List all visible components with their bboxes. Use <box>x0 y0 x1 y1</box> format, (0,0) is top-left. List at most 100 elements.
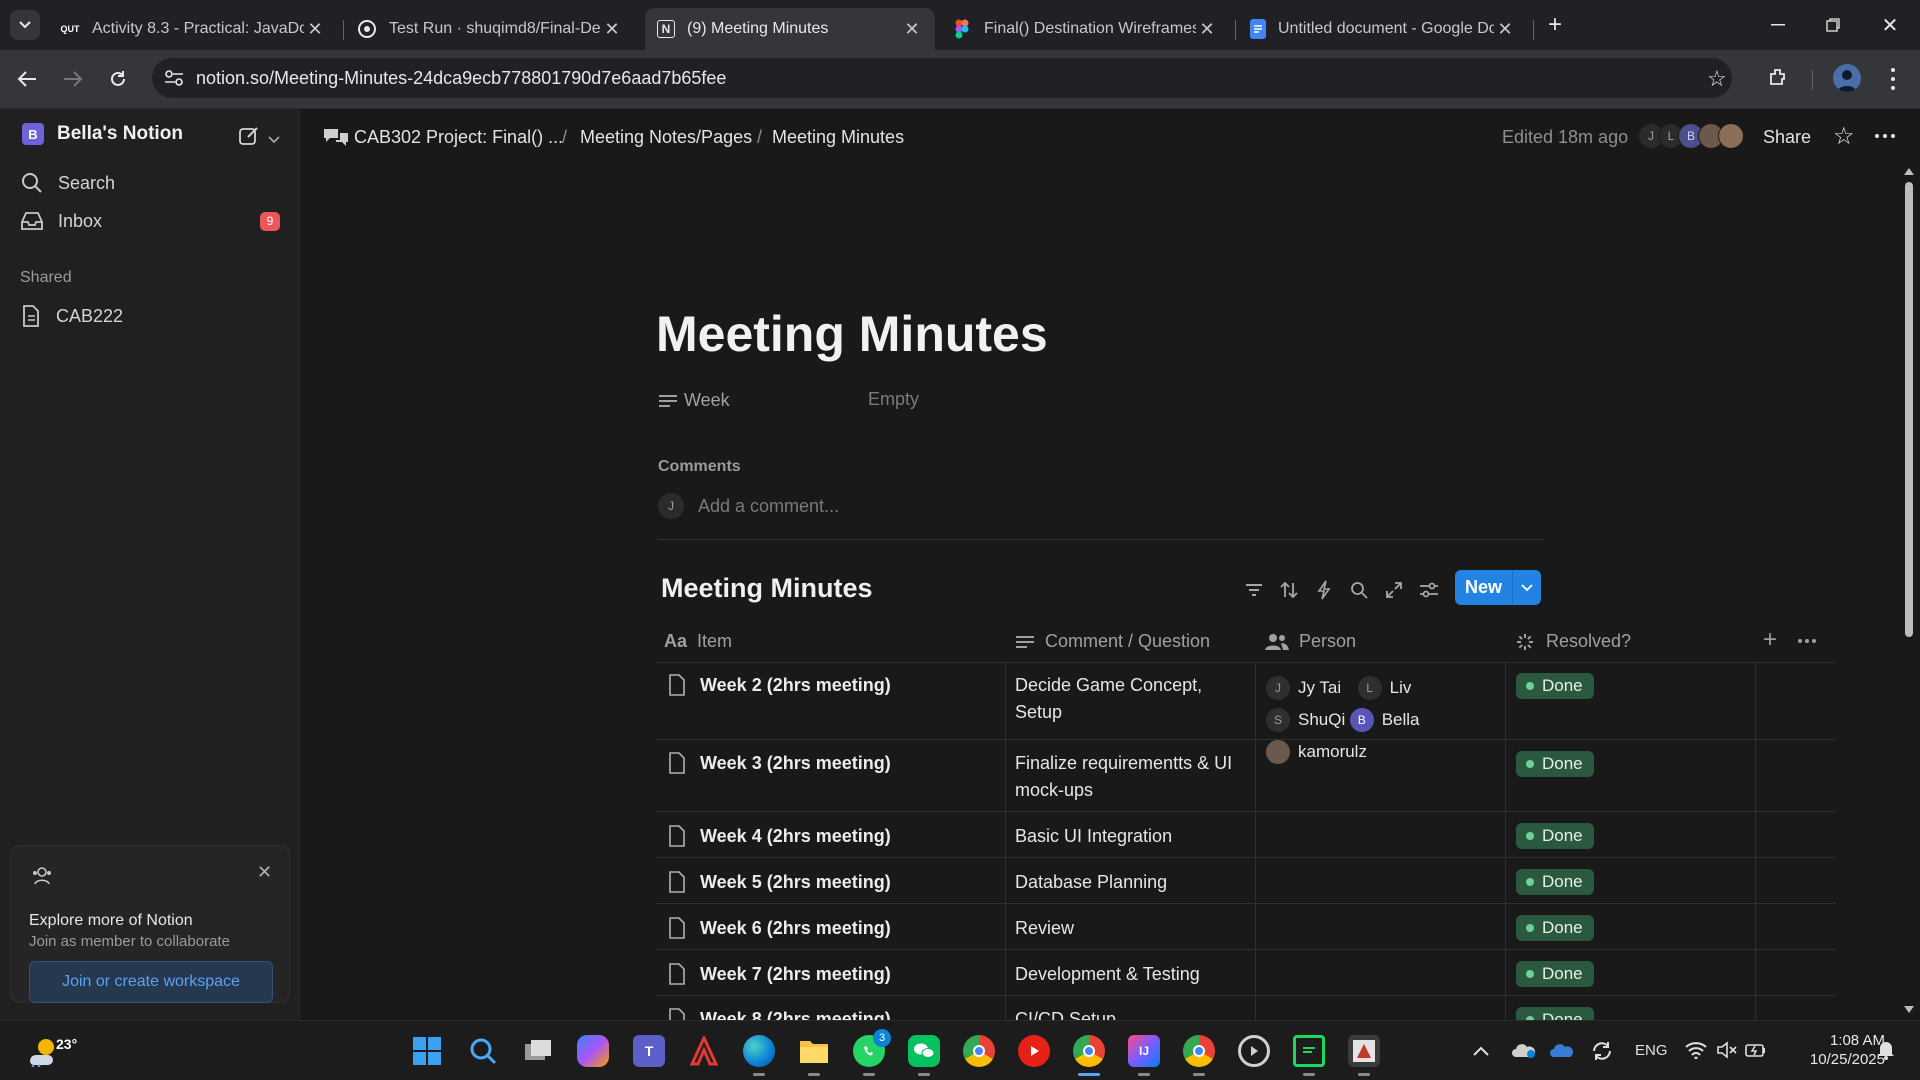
wifi-icon[interactable] <box>1685 1041 1707 1064</box>
intellij-icon[interactable]: IJ <box>1128 1035 1160 1067</box>
tab-figma[interactable]: Final() Destination Wireframes - ✕ <box>940 8 1230 50</box>
comment-input[interactable]: Add a comment... <box>698 496 839 517</box>
row-comment[interactable]: Basic UI Integration <box>1015 823 1250 850</box>
tab-search-button[interactable] <box>10 10 40 40</box>
sidebar-item-inbox[interactable]: Inbox 9 <box>20 210 280 232</box>
browser-menu-icon[interactable] <box>1883 66 1903 92</box>
column-header-comment[interactable]: Comment / Question <box>1015 631 1210 652</box>
row-comment[interactable]: Review <box>1015 915 1250 942</box>
column-header-item[interactable]: Aa Item <box>664 631 732 652</box>
workspace-switcher[interactable]: B Bella's Notion <box>22 123 183 145</box>
sidebar-item-search[interactable]: Search <box>20 171 115 195</box>
join-workspace-button[interactable]: Join or create workspace <box>29 961 273 1003</box>
chat-app-icon[interactable] <box>1293 1035 1325 1067</box>
table-row-item[interactable]: Week 5 (2hrs meeting) <box>668 871 891 893</box>
breadcrumb-current-page[interactable]: Meeting Minutes <box>772 127 904 148</box>
filter-icon[interactable] <box>1241 577 1267 603</box>
weather-widget[interactable]: 23° <box>26 1035 77 1067</box>
show-hidden-icons-chevron-icon[interactable] <box>1473 1043 1489 1061</box>
page-scrollbar[interactable] <box>1902 166 1916 1018</box>
column-header-person[interactable]: Person <box>1265 631 1356 652</box>
row-comment[interactable]: Finalize requirementts & UI mock-ups <box>1015 750 1250 804</box>
column-header-resolved[interactable]: Resolved? <box>1516 631 1631 652</box>
taskbar-search-icon[interactable] <box>467 1035 499 1067</box>
battery-icon[interactable] <box>1745 1041 1767 1064</box>
breadcrumb-project[interactable]: CAB302 Project: Final() ... <box>354 127 563 148</box>
youtube-music-icon[interactable] <box>1018 1035 1050 1067</box>
table-row-item[interactable]: Week 8 (2hrs meeting) <box>668 1008 891 1020</box>
minimize-button[interactable] <box>1760 10 1796 40</box>
table-row-item[interactable]: Week 7 (2hrs meeting) <box>668 963 891 985</box>
tab-javadocs[interactable]: QUT Activity 8.3 - Practical: JavaDocs ✕ <box>48 8 338 50</box>
search-icon[interactable] <box>1346 577 1372 603</box>
scrollbar-thumb[interactable] <box>1905 182 1913 637</box>
onedrive-icon[interactable] <box>1512 1041 1536 1064</box>
table-row-item[interactable]: Week 3 (2hrs meeting) <box>668 752 891 774</box>
status-badge[interactable]: Done <box>1516 915 1594 941</box>
new-button[interactable]: New <box>1455 570 1541 605</box>
page-title[interactable]: Meeting Minutes <box>656 305 1048 363</box>
media-player-icon[interactable] <box>1238 1035 1270 1067</box>
expand-icon[interactable] <box>1381 577 1407 603</box>
automation-icon[interactable] <box>1311 577 1337 603</box>
bookmark-star-icon[interactable]: ☆ <box>1707 66 1727 92</box>
more-options-icon[interactable] <box>1875 134 1895 138</box>
chrome-profile-icon[interactable] <box>1183 1035 1215 1067</box>
status-badge[interactable]: Done <box>1516 869 1594 895</box>
collaborator-avatars[interactable]: J L B <box>1638 123 1744 149</box>
volume-muted-icon[interactable] <box>1716 1041 1738 1064</box>
status-badge[interactable]: Done <box>1516 823 1594 849</box>
row-comment[interactable]: Database Planning <box>1015 869 1250 896</box>
share-button[interactable]: Share <box>1763 127 1811 148</box>
sidebar-item-cab222[interactable]: CAB222 <box>20 304 123 328</box>
onedrive-cloud-icon[interactable] <box>1550 1041 1576 1064</box>
back-button[interactable] <box>12 64 42 94</box>
copilot-icon[interactable] <box>577 1035 609 1067</box>
language-indicator[interactable]: ENG <box>1635 1042 1668 1059</box>
edge-icon[interactable] <box>743 1035 775 1067</box>
wechat-icon[interactable] <box>908 1035 940 1067</box>
row-comment[interactable]: CI/CD Setup <box>1015 1006 1250 1020</box>
property-value[interactable]: Empty <box>868 389 919 410</box>
address-bar[interactable]: notion.so/Meeting-Minutes-24dca9ecb77880… <box>152 58 1732 98</box>
close-icon[interactable]: ✕ <box>1494 19 1516 40</box>
row-person-cell[interactable]: J Jy Tai L Liv S ShuQi B Bella kamorulz <box>1266 672 1504 776</box>
notifications-bell-icon[interactable] <box>1876 1039 1896 1066</box>
scroll-up-arrow-icon[interactable] <box>1904 168 1914 175</box>
table-row-item[interactable]: Week 2 (2hrs meeting) <box>668 674 891 696</box>
file-explorer-icon[interactable] <box>798 1035 830 1067</box>
sort-icon[interactable] <box>1276 577 1302 603</box>
task-view-icon[interactable] <box>522 1035 554 1067</box>
status-badge[interactable]: Done <box>1516 961 1594 987</box>
chrome-profile-icon[interactable] <box>1073 1035 1105 1067</box>
tab-github[interactable]: Test Run · shuqimd8/Final-Desti ✕ <box>345 8 635 50</box>
new-tab-button[interactable]: + <box>1540 10 1570 40</box>
close-icon[interactable]: ✕ <box>901 19 923 40</box>
site-info-icon[interactable] <box>164 69 184 92</box>
url-text[interactable]: notion.so/Meeting-Minutes-24dca9ecb77880… <box>196 68 726 89</box>
table-row-item[interactable]: Week 4 (2hrs meeting) <box>668 825 891 847</box>
scroll-down-arrow-icon[interactable] <box>1904 1006 1914 1013</box>
favorite-star-icon[interactable]: ☆ <box>1833 122 1855 151</box>
add-property-icon[interactable]: + <box>1763 626 1777 654</box>
forward-button[interactable] <box>58 64 88 94</box>
reload-button[interactable] <box>103 64 133 94</box>
sync-icon[interactable] <box>1590 1039 1614 1068</box>
profile-avatar[interactable] <box>1833 64 1861 92</box>
more-options-icon[interactable] <box>1798 639 1816 643</box>
tab-google-docs[interactable]: Untitled document - Google Do ✕ <box>1238 8 1528 50</box>
close-icon[interactable]: ✕ <box>257 862 272 883</box>
start-windows-icon[interactable] <box>411 1035 443 1067</box>
status-badge[interactable]: Done <box>1516 751 1594 777</box>
close-icon[interactable]: ✕ <box>1196 19 1218 40</box>
chrome-icon[interactable] <box>963 1035 995 1067</box>
teams-icon[interactable]: T <box>633 1035 665 1067</box>
chevron-down-icon[interactable] <box>268 131 280 149</box>
table-row-item[interactable]: Week 6 (2hrs meeting) <box>668 917 891 939</box>
clock[interactable]: 1:08 AM 10/25/2025 <box>1785 1031 1885 1069</box>
status-badge[interactable]: Done <box>1516 673 1594 699</box>
breadcrumb-meeting-notes[interactable]: Meeting Notes/Pages <box>580 127 752 148</box>
database-title[interactable]: Meeting Minutes <box>661 573 873 604</box>
chevron-down-icon[interactable] <box>1512 570 1541 605</box>
property-week[interactable]: Week <box>658 390 730 411</box>
